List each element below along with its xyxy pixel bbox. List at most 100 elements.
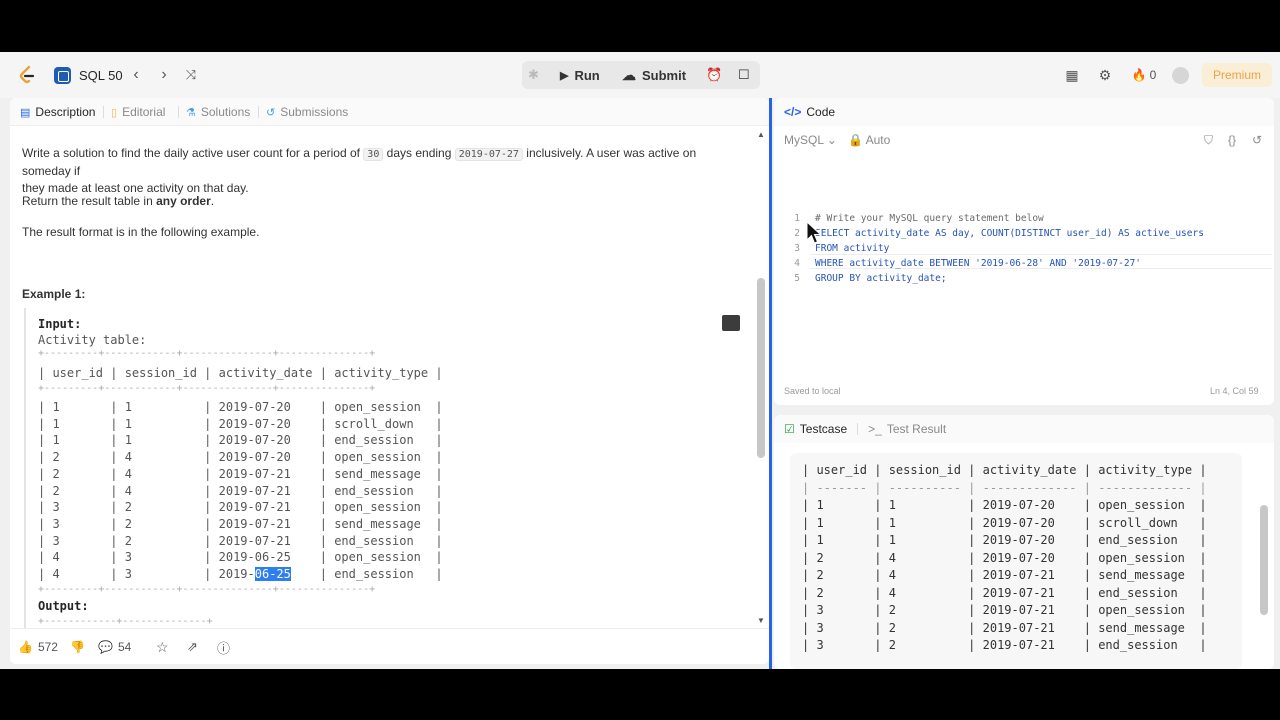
code-editor-panel: </> Code MySQL ⌄ 🔒 Auto ⛉ {} ↺ 1 # Write … [774, 98, 1274, 405]
format-braces-icon[interactable]: {} [1228, 133, 1236, 147]
save-status: Saved to local [784, 386, 841, 396]
table-row: | 3 | 2 | 2019-07-21 | open_session | [38, 500, 443, 515]
editorial-book-icon: ▯ [111, 106, 118, 119]
problem-list-button[interactable]: SQL 50 [54, 64, 123, 86]
problem-paragraph-2: Return the result table in any order. [22, 194, 215, 208]
table-row: | 2 | 4 | 2019-07-20 | open_session | [802, 550, 1207, 565]
fire-icon: 🔥 [1131, 68, 1147, 82]
terminal-icon: >_ [868, 422, 882, 436]
table-row: | 3 | 2 | 2019-07-21 | end_session | [802, 638, 1207, 652]
editor-toolbar: MySQL ⌄ 🔒 Auto ⛉ {} ↺ [774, 128, 1274, 152]
mouse-pointer-icon [806, 221, 822, 244]
problem-list-label: SQL 50 [79, 67, 123, 83]
tab-divider [178, 106, 179, 118]
favorite-star-icon[interactable]: ☆ [156, 629, 169, 664]
leetcode-window: SQL 50 ‹ › ⤨ ✱ ▶ Run ☁ Submit ⏰ ☐ ▦ ⚙ 🔥 0… [0, 52, 1280, 669]
table-row: | 4 | 3 | 2019-06-25 | open_session | [38, 550, 443, 565]
random-problem-shuffle-icon[interactable]: ⤨ [181, 65, 201, 85]
testcase-tabs: ☑ Testcase >_ Test Result [774, 415, 1274, 443]
code-line[interactable]: 3 FROM activity [774, 241, 1264, 256]
code-line[interactable]: 1 # Write your MySQL query statement belo… [774, 211, 1264, 226]
user-avatar[interactable] [1172, 67, 1189, 84]
leetcode-logo-icon[interactable] [16, 64, 38, 86]
play-icon: ▶ [560, 69, 569, 82]
language-select[interactable]: MySQL ⌄ [784, 133, 837, 147]
notes-icon[interactable]: ☐ [738, 61, 750, 89]
help-question-icon[interactable]: ⓘ [217, 629, 230, 664]
prev-problem-chevron-left-icon[interactable]: ‹ [126, 65, 146, 85]
scrollbar-thumb[interactable] [757, 278, 765, 458]
table-header: | user_id | session_id | activity_date |… [38, 366, 443, 380]
tab-solutions[interactable]: ⚗ Solutions [186, 98, 250, 126]
code-line[interactable]: 4 WHERE activity_date BETWEEN '2019-06-28… [774, 256, 1264, 271]
submit-label: Submit [642, 67, 687, 83]
description-tabs: ▤ Description ▯ Editorial ⚗ Solutions ↺ … [10, 98, 769, 126]
tab-testcase[interactable]: ☑ Testcase [784, 422, 847, 436]
points-value: 0 [1149, 68, 1157, 82]
timer-alarm-icon[interactable]: ⏰ [706, 61, 722, 89]
points-counter[interactable]: 🔥 0 [1128, 65, 1160, 85]
description-scrollbar[interactable]: ▲ ▼ [755, 128, 767, 628]
share-external-link-icon[interactable]: ⇗ [187, 629, 198, 664]
table-row: | 2 | 4 | 2019-07-20 | open_session | [38, 450, 443, 465]
lock-icon: 🔒 [848, 133, 863, 147]
scroll-up-icon[interactable]: ▲ [757, 130, 765, 139]
premium-button[interactable]: Premium [1202, 63, 1272, 87]
autocomplete-toggle[interactable]: 🔒 Auto [848, 133, 890, 147]
comments-button[interactable]: 💬 54 [98, 629, 131, 664]
next-problem-chevron-right-icon[interactable]: › [154, 65, 174, 85]
table-row: | 1 | 1 | 2019-07-20 | scroll_down | [38, 416, 443, 431]
panel-resize-handle[interactable] [769, 98, 772, 669]
tab-editorial[interactable]: ▯ Editorial [111, 98, 165, 126]
testcase-scrollbar[interactable] [1260, 505, 1268, 615]
code-line[interactable]: 2 SELECT activity_date AS day, COUNT(DIST… [774, 226, 1264, 241]
tab-divider [857, 423, 859, 435]
testcase-input-table[interactable]: | user_id | session_id | activity_date |… [790, 453, 1242, 669]
table-border: +---------+------------+---------------+… [38, 383, 376, 394]
table-row: | 3 | 2 | 2019-07-21 | end_session | [38, 533, 443, 548]
like-button[interactable]: 👍 572 [18, 629, 58, 664]
submit-button[interactable]: ☁ Submit [622, 61, 686, 89]
dislike-thumbs-down-icon[interactable]: 👎 [70, 629, 85, 664]
text-selection: 06-25 [254, 567, 291, 581]
example-title: Example 1: [22, 287, 86, 301]
tab-description[interactable]: ▤ Description [20, 98, 95, 126]
reset-code-icon[interactable]: ↺ [1252, 133, 1262, 147]
table-border: +---------+------------+---------------+… [38, 584, 376, 595]
table-row: | 3 | 2 | 2019-07-21 | send_message | [802, 620, 1207, 635]
tab-test-result[interactable]: >_ Test Result [868, 422, 946, 436]
tab-divider [258, 106, 259, 118]
description-footer: 👍 572 👎 💬 54 ☆ ⇗ ⓘ [10, 628, 769, 664]
checkbox-icon: ☑ [784, 422, 795, 436]
problem-paragraph-1: Write a solution to find the daily activ… [22, 146, 697, 195]
solutions-flask-icon: ⚗ [186, 106, 196, 119]
table-row: | 2 | 4 | 2019-07-21 | send_message | [802, 568, 1207, 582]
description-doc-icon: ▤ [20, 106, 31, 119]
table-border: +---------+------------+---------------+… [38, 348, 376, 359]
layout-grid-icon[interactable]: ▦ [1062, 65, 1082, 85]
tab-submissions[interactable]: ↺ Submissions [266, 98, 348, 126]
code-panel-header: </> Code [774, 98, 1274, 126]
table-row: | 3 | 2 | 2019-07-21 | send_message | [38, 516, 443, 531]
code-line[interactable]: 5 GROUP BY activity_date; [774, 271, 1264, 286]
table-row: | 3 | 2 | 2019-07-21 | open_session | [802, 603, 1207, 617]
table-row-selected: | 4 | 3 | 2019-06-25 | end_session | [38, 567, 443, 581]
inline-code: 30 [363, 148, 384, 161]
bookmark-icon[interactable]: ⛉ [1204, 133, 1213, 148]
tab-divider [103, 106, 104, 118]
settings-gear-icon[interactable]: ⚙ [1095, 65, 1115, 85]
scroll-down-icon[interactable]: ▼ [757, 616, 765, 625]
cloud-upload-icon: ☁ [622, 66, 636, 83]
table-row: | 1 | 1 | 2019-07-20 | open_session | [802, 498, 1207, 512]
debug-bug-icon[interactable]: ✱ [528, 61, 539, 89]
table-row: | 2 | 4 | 2019-07-21 | end_session | [38, 483, 443, 498]
input-label: Input: [38, 317, 82, 331]
code-brackets-icon: </> [784, 105, 802, 119]
description-panel: ▤ Description ▯ Editorial ⚗ Solutions ↺ … [10, 98, 769, 664]
image-thumbnail-icon[interactable] [722, 315, 740, 331]
run-button[interactable]: ▶ Run [560, 61, 600, 89]
submissions-history-icon: ↺ [266, 106, 276, 119]
table-row: | 1 | 1 | 2019-07-20 | open_session | [38, 400, 443, 414]
inline-code: 2019-07-27 [454, 148, 523, 161]
table-row: | 1 | 1 | 2019-07-20 | scroll_down | [802, 515, 1207, 530]
